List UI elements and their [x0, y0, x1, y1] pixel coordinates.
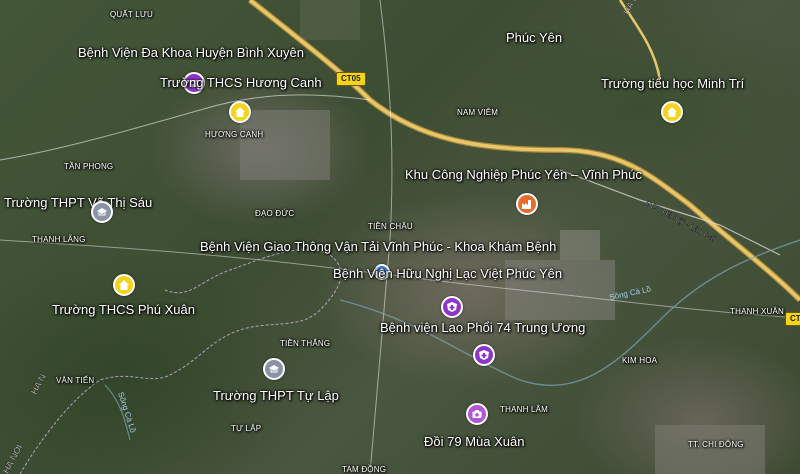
locality-label: ĐẠO ĐỨC [255, 209, 295, 218]
locality-label: HƯƠNG CANH [205, 130, 264, 139]
locality-label: TAM ĐỒNG [342, 465, 387, 474]
poi-label[interactable]: Khu Công Nghiệp Phúc Yên – Vĩnh Phúc [405, 167, 642, 182]
locality-label: TỰ LẬP [231, 424, 262, 433]
camera-icon[interactable] [466, 403, 488, 425]
locality-label: TIỀN CHÂU [368, 222, 413, 231]
road [369, 0, 393, 474]
locality-label: TT. CHI ĐÔNG [688, 440, 744, 449]
poi-label[interactable]: Trường THPT Tự Lập [213, 388, 339, 403]
river-name: Sông Cà Lồ [609, 284, 653, 302]
poi-label[interactable]: Đồi 79 Mùa Xuân [424, 434, 524, 449]
locality-label: TẦN PHONG [64, 162, 114, 171]
region-name-hanoi: HÀ NỘI [1, 443, 24, 474]
urban-area [560, 230, 600, 260]
city-label-phuc-yen: Phúc Yên [506, 30, 563, 45]
graduation-cap-icon[interactable] [91, 201, 113, 223]
district-boundary [19, 249, 342, 474]
hospital-icon[interactable] [441, 296, 463, 318]
factory-icon[interactable] [516, 193, 538, 215]
poi-label[interactable]: Bệnh Viện Hữu Nghị Lạc Việt Phúc Yên [333, 266, 562, 281]
locality-label: THANH XUÂN [730, 307, 785, 316]
poi-label[interactable]: Trường tiểu học Minh Trí [601, 76, 744, 91]
locality-label: KIM HOA [622, 356, 658, 365]
road-shield-ct0: CT0 [785, 312, 800, 326]
urban-area [240, 110, 330, 180]
map-roads-layer: ĐCT Hà Nội - Lào Cai Sông Cà Lồ Sông Cà … [0, 0, 800, 474]
highway-ct05 [248, 0, 800, 302]
locality-label: THANH LÃNG [32, 235, 86, 244]
poi-label[interactable]: Trường THCS Phú Xuân [52, 302, 195, 317]
home-icon[interactable] [113, 274, 135, 296]
home-icon[interactable] [229, 101, 251, 123]
road-shield-ct05: CT05 [336, 72, 366, 86]
graduation-cap-icon[interactable] [263, 358, 285, 380]
locality-label: NAM VIÊM [457, 108, 499, 117]
poi-label[interactable]: Bệnh viện Lao Phổi 74 Trung Ương [380, 320, 585, 335]
locality-label: QUẤT LƯU [110, 10, 153, 19]
region-name-hanoi: HÀ NỘI [621, 0, 645, 16]
urban-area [655, 425, 765, 474]
locality-label: THANH LÂM [500, 405, 549, 414]
poi-label[interactable]: Trường THCS Hương Canh [160, 75, 322, 90]
field-area [300, 0, 360, 40]
home-icon[interactable] [661, 101, 683, 123]
poi-label[interactable]: Bệnh Viện Giao Thông Vận Tải Vĩnh Phúc -… [200, 239, 556, 254]
poi-label[interactable]: Bệnh Viện Đa Khoa Huyện Bình Xuyên [78, 45, 304, 60]
locality-label: TIỀN THẮNG [280, 339, 331, 348]
satellite-map[interactable]: ĐCT Hà Nội - Lào Cai Sông Cà Lồ Sông Cà … [0, 0, 800, 474]
poi-label[interactable]: Trường THPT Võ Thị Sáu [4, 195, 152, 210]
region-name-hanoi: HÀ N [29, 372, 48, 396]
locality-label: VĂN TIẾN [56, 376, 95, 385]
hospital-icon[interactable] [473, 344, 495, 366]
